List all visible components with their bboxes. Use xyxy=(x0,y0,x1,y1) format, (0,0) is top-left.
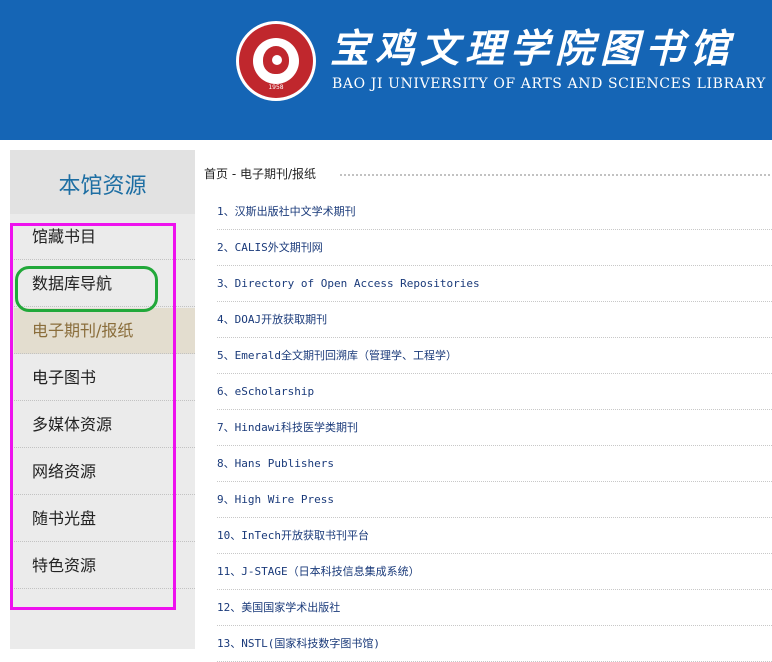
site-title-english: BAO JI UNIVERSITY OF ARTS AND SCIENCES L… xyxy=(332,76,766,92)
breadcrumb-separator: - xyxy=(228,167,240,181)
sidebar-item-special[interactable]: 特色资源 xyxy=(14,543,195,589)
sidebar-item-ebooks[interactable]: 电子图书 xyxy=(14,355,195,401)
list-item[interactable]: 7、Hindawi科技医学类期刊 xyxy=(217,410,772,446)
list-item[interactable]: 10、InTech开放获取书刊平台 xyxy=(217,518,772,554)
list-item[interactable]: 9、High Wire Press xyxy=(217,482,772,518)
list-item[interactable]: 2、CALIS外文期刊网 xyxy=(217,230,772,266)
sidebar-title: 本馆资源 xyxy=(58,174,147,199)
sidebar-item-ejournals[interactable]: 电子期刊/报纸 xyxy=(14,308,195,354)
sidebar: 本馆资源 馆藏书目 数据库导航 电子期刊/报纸 电子图书 多媒体资源 网络资源 … xyxy=(10,150,195,649)
site-header: 1958 宝鸡文理学院图书馆 BAO JI UNIVERSITY OF ARTS… xyxy=(0,0,772,140)
list-item[interactable]: 12、美国国家学术出版社 xyxy=(217,590,772,626)
list-item[interactable]: 3、Directory of Open Access Repositories xyxy=(217,266,772,302)
list-item[interactable]: 6、eScholarship xyxy=(217,374,772,410)
logo-year: 1958 xyxy=(268,84,284,91)
sidebar-item-database-nav[interactable]: 数据库导航 xyxy=(14,261,195,307)
breadcrumb-home-link[interactable]: 首页 xyxy=(204,167,228,181)
list-item[interactable]: 1、汉斯出版社中文学术期刊 xyxy=(217,194,772,230)
logo-mark-icon xyxy=(263,46,289,74)
list-item[interactable]: 5、Emerald全文期刊回溯库（管理学、工程学） xyxy=(217,338,772,374)
logo-inner xyxy=(253,38,299,84)
breadcrumb-divider xyxy=(339,173,772,177)
breadcrumb: 首页 - 电子期刊/报纸 xyxy=(204,165,316,182)
list-item[interactable]: 11、J-STAGE（日本科技信息集成系统） xyxy=(217,554,772,590)
list-item[interactable]: 13、NSTL(国家科技数字图书馆) xyxy=(217,626,772,662)
sidebar-item-web-resources[interactable]: 网络资源 xyxy=(14,449,195,495)
site-title-chinese: 宝鸡文理学院图书馆 xyxy=(330,26,736,72)
list-item[interactable]: 4、DOAJ开放获取期刊 xyxy=(217,302,772,338)
sidebar-header: 本馆资源 xyxy=(10,150,195,214)
sidebar-item-book-cds[interactable]: 随书光盘 xyxy=(14,496,195,542)
sidebar-item-multimedia[interactable]: 多媒体资源 xyxy=(14,402,195,448)
list-item[interactable]: 8、Hans Publishers xyxy=(217,446,772,482)
breadcrumb-current: 电子期刊/报纸 xyxy=(239,167,317,181)
university-logo-icon[interactable]: 1958 xyxy=(236,21,316,101)
sidebar-item-catalog[interactable]: 馆藏书目 xyxy=(14,214,195,260)
